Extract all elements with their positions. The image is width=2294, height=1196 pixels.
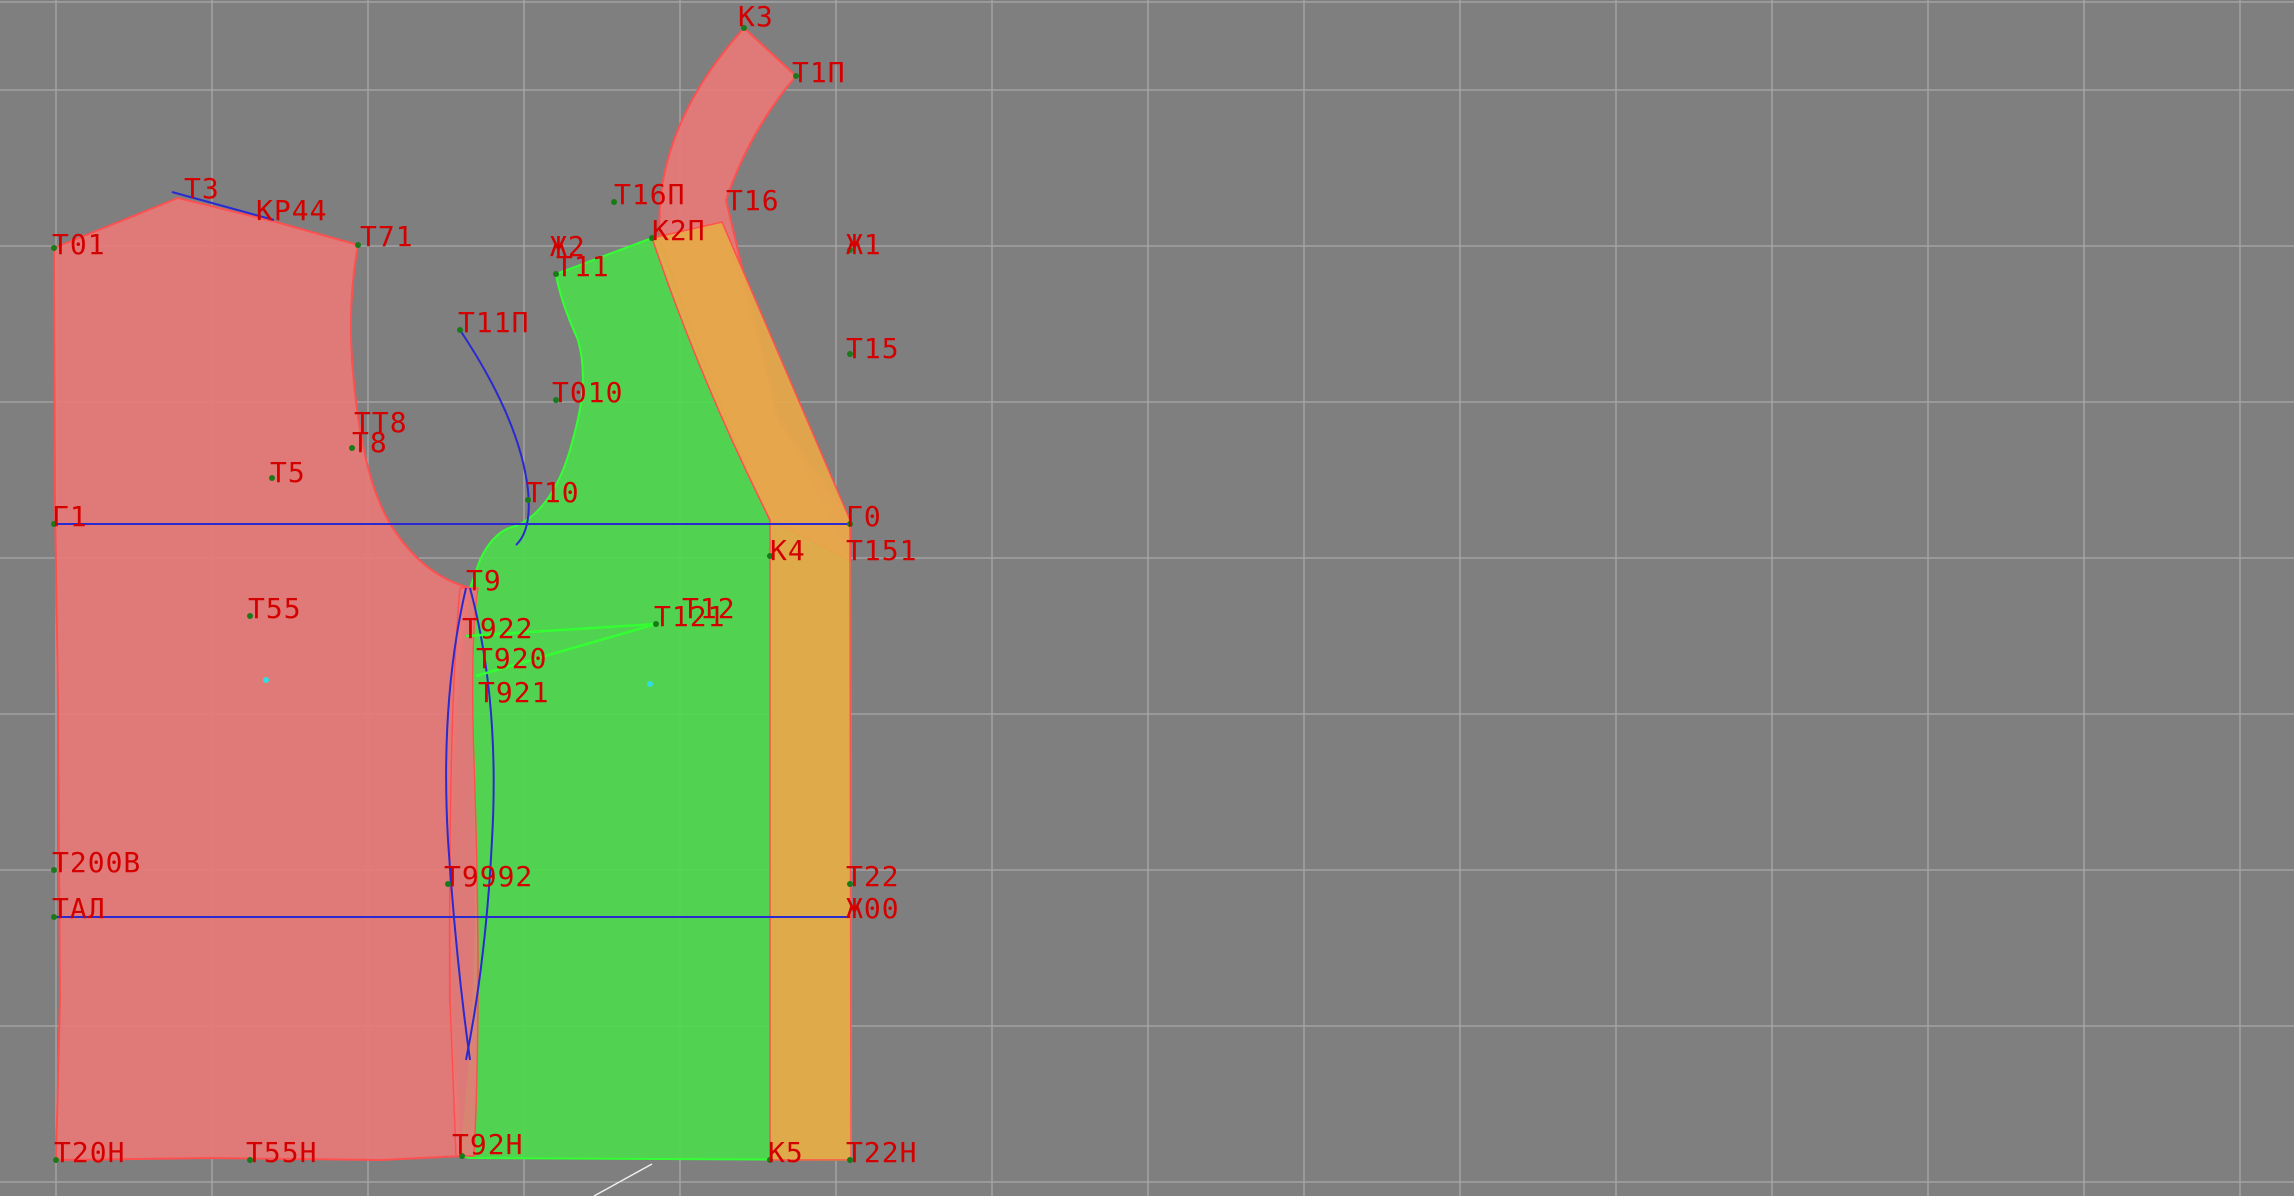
point-label: T5 <box>270 456 306 489</box>
point-label: T11П <box>458 306 529 339</box>
point-label: TAЛ <box>52 892 106 925</box>
point-label: T9 <box>466 564 502 597</box>
point-label: K2П <box>652 214 706 247</box>
point-label: T16 <box>726 184 780 217</box>
point-label: T22H <box>846 1136 917 1169</box>
point-label: T10 <box>526 476 580 509</box>
point-label: T922 <box>462 612 533 645</box>
point-label: T92H <box>452 1128 523 1161</box>
point-label: Г0 <box>846 500 882 533</box>
point-label: T71 <box>360 220 414 253</box>
point-label: T15 <box>846 332 900 365</box>
point-label: Г1 <box>52 500 88 533</box>
point-label: T20H <box>54 1136 125 1169</box>
pattern-drawing[interactable]: K3 T1П T3 KP44 T01 T71 T16П T16 Ж2 K2П Ж… <box>0 0 2294 1196</box>
point-marker[interactable] <box>647 681 653 687</box>
point-label: T11 <box>556 250 610 283</box>
point-label: T1П <box>792 56 846 89</box>
point-label: T01 <box>52 228 106 261</box>
point-label: T921 <box>478 676 549 709</box>
point-label: T121 <box>654 600 725 633</box>
point-label: T200B <box>52 846 141 879</box>
point-label: T22 <box>846 860 900 893</box>
point-label: Ж1 <box>846 228 882 261</box>
point-label: Ж00 <box>846 892 900 925</box>
point-label: K3 <box>738 0 774 33</box>
back-piece[interactable] <box>52 196 472 1162</box>
point-label: T55 <box>248 592 302 625</box>
point-label: T16П <box>614 178 685 211</box>
point-label: T8 <box>352 426 388 459</box>
point-label: KP44 <box>256 194 327 227</box>
point-label: K4 <box>770 534 806 567</box>
point-label: T010 <box>552 376 623 409</box>
point-label: T3 <box>184 172 220 205</box>
armhole-curve <box>459 329 530 546</box>
point-marker[interactable] <box>263 677 269 683</box>
point-label: K5 <box>768 1136 804 1169</box>
point-label: T55H <box>246 1136 317 1169</box>
pattern-canvas[interactable]: K3 T1П T3 KP44 T01 T71 T16П T16 Ж2 K2П Ж… <box>0 0 2294 1196</box>
point-label: T920 <box>476 642 547 675</box>
leader-line <box>593 1163 653 1196</box>
point-label: T9992 <box>444 860 533 893</box>
point-label: T151 <box>846 534 917 567</box>
